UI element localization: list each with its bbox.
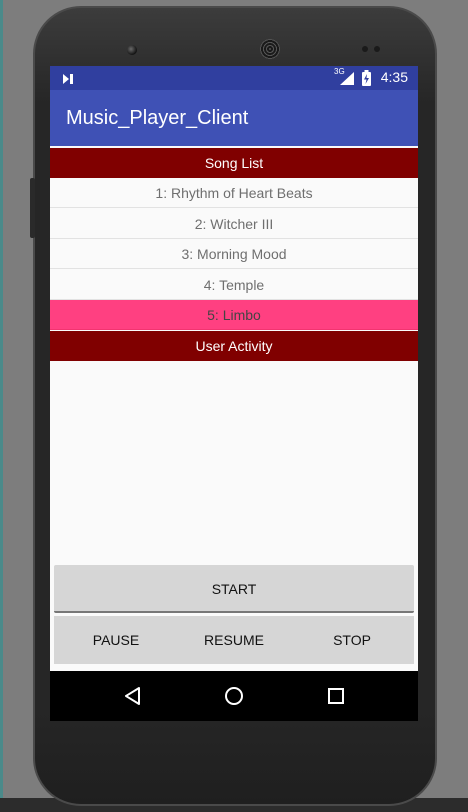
song-list-item[interactable]: 3: Morning Mood (50, 239, 418, 269)
volume-button[interactable] (30, 178, 35, 238)
start-button[interactable]: START (54, 565, 414, 613)
front-camera-icon (127, 45, 137, 55)
stop-button[interactable]: STOP (292, 616, 412, 664)
device-screen: 3G 4:35 Music_Player_Client Song List 1:… (50, 66, 418, 721)
emulator-edge (0, 0, 3, 812)
song-list-item[interactable]: 2: Witcher III (50, 209, 418, 239)
status-bar: 3G 4:35 (50, 66, 418, 90)
app-bar: Music_Player_Client (50, 90, 418, 146)
signal-icon (340, 72, 354, 90)
pause-button[interactable]: PAUSE (56, 616, 176, 664)
sensor-icon (374, 46, 380, 52)
playback-controls: PAUSE RESUME STOP (54, 616, 414, 664)
sensor-icon (362, 46, 368, 52)
song-list-item[interactable]: 4: Temple (50, 270, 418, 300)
user-activity-area (50, 361, 418, 561)
resume-button[interactable]: RESUME (174, 616, 294, 664)
song-list-header: Song List (50, 148, 418, 178)
navigation-bar (50, 671, 418, 721)
song-list-item[interactable]: 1: Rhythm of Heart Beats (50, 178, 418, 208)
home-icon[interactable] (219, 681, 249, 711)
back-icon[interactable] (118, 681, 148, 711)
user-activity-header: User Activity (50, 331, 418, 361)
app-title: Music_Player_Client (66, 107, 249, 129)
battery-icon (362, 70, 371, 91)
speaker-grille-icon (260, 39, 280, 59)
recents-icon[interactable] (321, 681, 351, 711)
status-time: 4:35 (380, 69, 408, 85)
song-list-item-selected[interactable]: 5: Limbo (50, 300, 418, 330)
media-notification-icon (62, 72, 74, 90)
